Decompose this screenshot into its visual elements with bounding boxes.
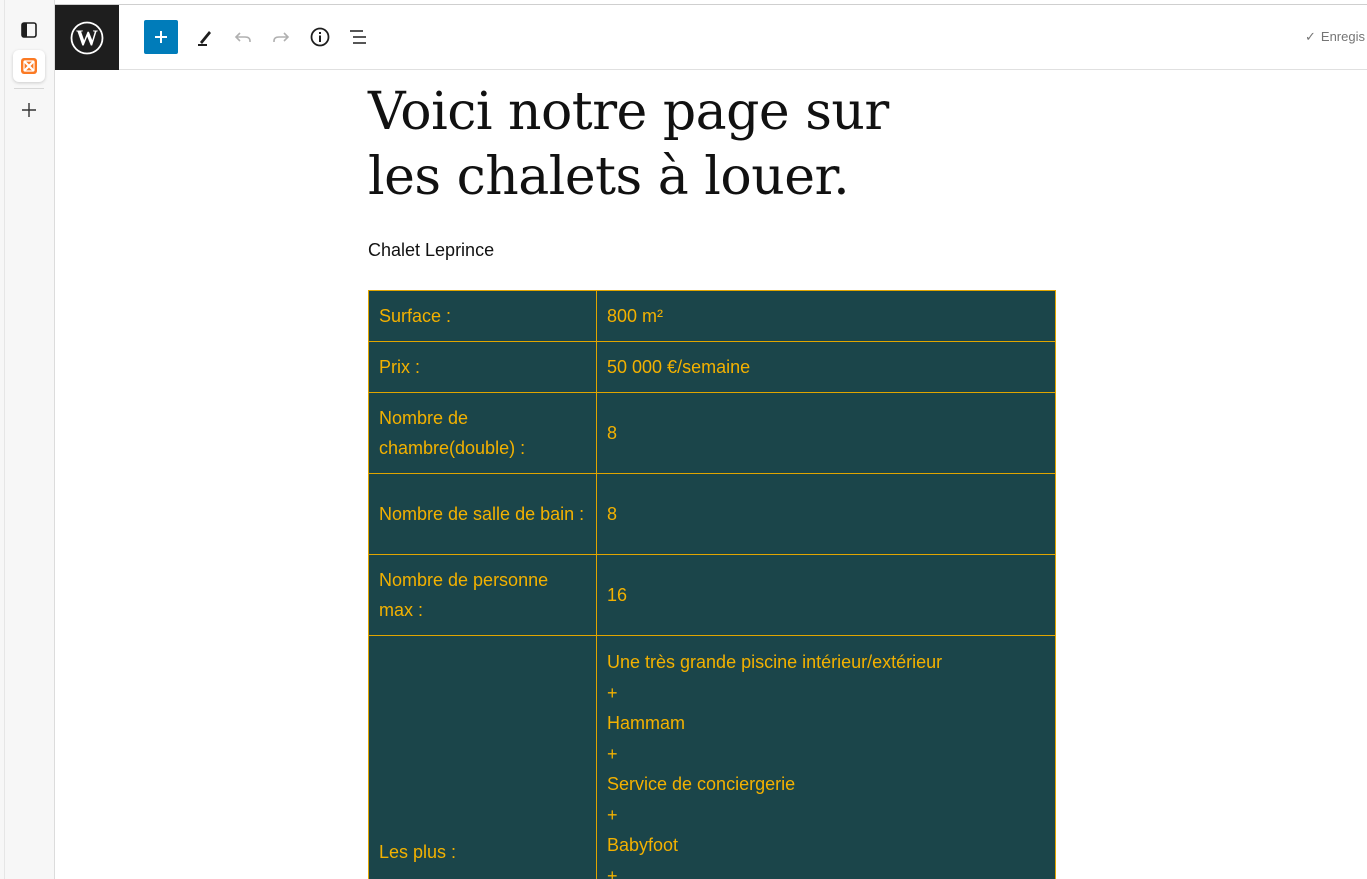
sidebar-toggle-button[interactable] bbox=[13, 14, 45, 46]
details-button[interactable] bbox=[303, 20, 337, 54]
table-cell-label[interactable]: Nombre de salle de bain : bbox=[368, 473, 597, 555]
undo-button[interactable] bbox=[226, 20, 260, 54]
table-cell-label[interactable]: Les plus : bbox=[368, 635, 597, 879]
table-cell-value[interactable]: 8 bbox=[596, 473, 1056, 555]
undo-icon bbox=[234, 32, 251, 42]
extras-separator: + bbox=[607, 743, 618, 764]
paragraph-block[interactable]: Chalet Leprince bbox=[368, 240, 494, 261]
table-cell-label[interactable]: Prix : bbox=[368, 341, 597, 393]
table-cell-label[interactable]: Nombre de personne max : bbox=[368, 554, 597, 636]
edit-pen-icon bbox=[198, 31, 211, 46]
table-cell-label[interactable]: Nombre de chambre(double) : bbox=[368, 392, 597, 474]
table-cell-value[interactable]: 8 bbox=[596, 392, 1056, 474]
editor-canvas: Voici notre page sur les chalets à louer… bbox=[368, 80, 1056, 879]
info-icon bbox=[310, 27, 330, 47]
rail-add-button[interactable] bbox=[13, 94, 45, 126]
list-view-icon bbox=[350, 30, 366, 44]
svg-text:W: W bbox=[76, 25, 98, 50]
xampp-app-button[interactable] bbox=[13, 50, 45, 82]
table-cell-value[interactable]: 50 000 €/semaine bbox=[596, 341, 1056, 393]
extras-item: Service de conciergerie bbox=[607, 774, 796, 794]
table-row: Nombre de salle de bain : 8 bbox=[368, 473, 1056, 555]
extras-separator: + bbox=[607, 804, 618, 825]
page-title[interactable]: Voici notre page sur les chalets à louer… bbox=[368, 80, 928, 210]
table-row: Prix : 50 000 €/semaine bbox=[368, 341, 1056, 393]
add-block-button[interactable] bbox=[144, 20, 178, 54]
redo-button[interactable] bbox=[264, 20, 298, 54]
chalet-table[interactable]: Surface : 800 m² Prix : 50 000 €/semaine… bbox=[368, 290, 1056, 879]
xampp-icon bbox=[21, 58, 37, 74]
extras-list: Une très grande piscine intérieur/extéri… bbox=[607, 647, 1045, 879]
table-row: Nombre de personne max : 16 bbox=[368, 554, 1056, 636]
rail-divider bbox=[14, 88, 44, 89]
rail-border bbox=[4, 0, 5, 879]
redo-icon bbox=[273, 32, 290, 42]
table-row: Nombre de chambre(double) : 8 bbox=[368, 392, 1056, 474]
extras-separator: + bbox=[607, 682, 618, 703]
table-cell-extras[interactable]: Une très grande piscine intérieur/extéri… bbox=[596, 635, 1056, 879]
editor-toolbar: W ✓ Enregis bbox=[55, 4, 1367, 70]
add-block-icon bbox=[155, 31, 167, 43]
sidebar-toggle-icon bbox=[21, 22, 37, 38]
table-row-extras: Les plus : Une très grande piscine intér… bbox=[368, 635, 1056, 879]
table-cell-label[interactable]: Surface : bbox=[368, 290, 597, 342]
extras-separator: + bbox=[607, 865, 618, 879]
plus-icon bbox=[22, 103, 36, 117]
save-status: ✓ Enregis bbox=[1305, 29, 1365, 45]
wordpress-logo-button[interactable]: W bbox=[55, 5, 119, 70]
table-cell-value[interactable]: 800 m² bbox=[596, 290, 1056, 342]
extras-item: Hammam bbox=[607, 713, 686, 733]
extras-item: Une très grande piscine intérieur/extéri… bbox=[607, 652, 943, 672]
wordpress-logo-icon: W bbox=[70, 21, 104, 54]
table-cell-value[interactable]: 16 bbox=[596, 554, 1056, 636]
tools-button[interactable] bbox=[188, 20, 222, 54]
table-row: Surface : 800 m² bbox=[368, 290, 1056, 342]
save-status-label: Enregis bbox=[1320, 29, 1365, 44]
app-rail bbox=[0, 0, 55, 879]
check-icon: ✓ bbox=[1305, 29, 1316, 44]
extras-item: Babyfoot bbox=[607, 835, 679, 855]
list-view-button[interactable] bbox=[341, 20, 375, 54]
